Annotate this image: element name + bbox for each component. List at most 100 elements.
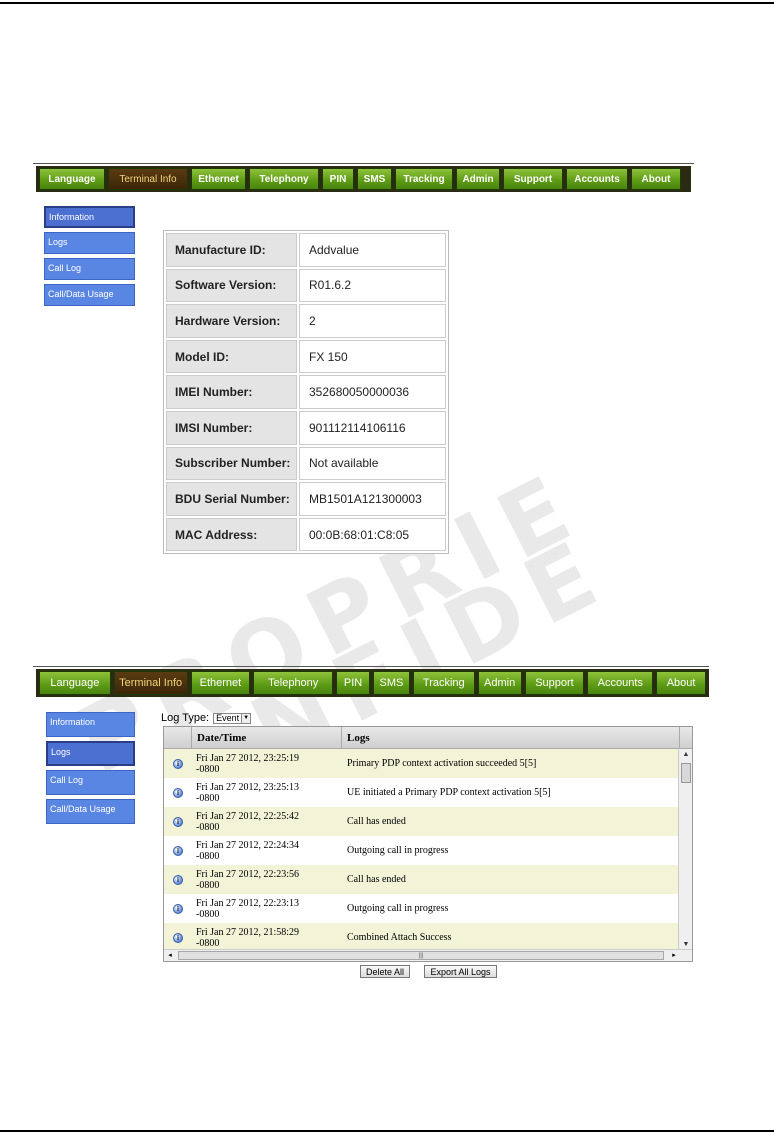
horizontal-scrollbar[interactable]: ◂ ||| ▸ — [164, 949, 692, 961]
scroll-right-icon[interactable]: ▸ — [668, 950, 680, 961]
sidebar-item-logs[interactable]: Logs — [46, 741, 135, 766]
tab-language[interactable]: Language — [39, 168, 105, 190]
table-row[interactable]: i Fri Jan 27 2012, 22:23:56 -0800 Call has … — [164, 865, 680, 894]
tab-accounts[interactable]: Accounts — [566, 168, 628, 190]
tab-telephony[interactable]: Telephony — [253, 671, 334, 695]
info-icon[interactable]: i — [173, 903, 183, 914]
info-row: Model ID: FX 150 — [165, 339, 447, 375]
scroll-up-icon[interactable]: ▲ — [679, 749, 692, 761]
tab-accounts[interactable]: Accounts — [587, 671, 654, 695]
tab-terminal-info[interactable]: Terminal Info — [113, 671, 188, 695]
scroll-left-icon[interactable]: ◂ — [164, 950, 176, 961]
log-type-value: Event — [216, 713, 240, 723]
cell-icon: i — [164, 778, 192, 807]
info-icon[interactable]: i — [173, 758, 183, 769]
cell-icon: i — [164, 923, 192, 951]
table-row[interactable]: i Fri Jan 27 2012, 22:25:42 -0800 Call has … — [164, 807, 680, 836]
log-timezone: -0800 — [196, 879, 220, 891]
cell-log: UE initiated a Primary PDP context activ… — [347, 787, 551, 798]
delete-all-button[interactable]: Delete All — [360, 965, 410, 978]
tab-sms[interactable]: SMS — [372, 671, 410, 695]
cell-log: Primary PDP context activation succeeded… — [347, 758, 537, 769]
sidebar-item-call-log[interactable]: Call Log — [44, 258, 135, 280]
cell-log: Combined Attach Success — [347, 932, 452, 943]
info-row: BDU Serial Number: MB1501A121300003 — [165, 481, 447, 517]
cell-log: Outgoing call in progress — [347, 903, 449, 914]
side-menu: Information Logs Call Log Call/Data Usage — [46, 712, 135, 824]
tab-terminal-info[interactable]: Terminal Info — [108, 168, 188, 190]
tab-telephony[interactable]: Telephony — [249, 168, 319, 190]
info-row: Software Version: R01.6.2 — [165, 268, 447, 304]
log-timezone: -0800 — [196, 821, 220, 833]
info-label: Model ID: — [166, 339, 297, 374]
sidebar-item-information[interactable]: Information — [44, 206, 135, 228]
cell-icon: i — [164, 894, 192, 923]
info-icon[interactable]: i — [173, 787, 183, 798]
tab-support[interactable]: Support — [524, 671, 585, 695]
info-icon[interactable]: i — [173, 874, 183, 885]
tab-pin[interactable]: PIN — [336, 671, 370, 695]
info-value: 00:0B:68:01:C8:05 — [299, 517, 446, 552]
cell-icon: i — [164, 865, 192, 894]
cell-log: Call has ended — [347, 874, 406, 885]
info-label: Manufacture ID: — [166, 233, 297, 267]
info-value: MB1501A121300003 — [299, 482, 446, 516]
cell-log: Call has ended — [347, 816, 406, 827]
info-row: IMEI Number: 352680050000036 — [165, 374, 447, 410]
info-value: Not available — [299, 446, 446, 481]
tab-pin[interactable]: PIN — [322, 168, 354, 190]
tab-ethernet[interactable]: Ethernet — [191, 168, 246, 190]
log-date: Fri Jan 27 2012, 23:25:13 — [196, 781, 300, 793]
tab-tracking[interactable]: Tracking — [412, 671, 475, 695]
chevron-down-icon: ▼ — [241, 713, 251, 723]
scroll-thumb[interactable]: ||| — [178, 951, 664, 960]
info-icon[interactable]: i — [173, 932, 183, 943]
info-row: Subscriber Number: Not available — [165, 446, 447, 482]
nav-top-line — [33, 163, 694, 164]
cell-datetime: Fri Jan 27 2012, 22:25:42 -0800 — [192, 807, 342, 836]
logs-body: i Fri Jan 27 2012, 23:25:19 -0800 Primary P… — [164, 749, 680, 951]
scroll-thumb[interactable] — [681, 763, 691, 783]
sidebar-item-call-log[interactable]: Call Log — [46, 770, 135, 795]
col-logs-header: Logs — [342, 727, 680, 748]
export-all-logs-button[interactable]: Export All Logs — [424, 965, 497, 978]
table-row[interactable]: i Fri Jan 27 2012, 22:23:13 -0800 Outgoing … — [164, 894, 680, 923]
tab-language[interactable]: Language — [39, 671, 111, 695]
log-date: Fri Jan 27 2012, 22:23:13 — [196, 897, 300, 909]
info-value: 352680050000036 — [299, 375, 446, 409]
log-type-select[interactable]: Event ▼ — [213, 712, 252, 724]
tab-admin[interactable]: Admin — [477, 671, 522, 695]
table-row[interactable]: i Fri Jan 27 2012, 23:25:13 -0800 UE initia… — [164, 778, 680, 807]
tab-ethernet[interactable]: Ethernet — [190, 671, 251, 695]
info-value: FX 150 — [299, 339, 446, 374]
sidebar-item-call-data-usage[interactable]: Call/Data Usage — [44, 284, 135, 306]
tab-support[interactable]: Support — [503, 168, 563, 190]
tab-about[interactable]: About — [656, 671, 706, 695]
tab-tracking[interactable]: Tracking — [395, 168, 453, 190]
logs-table: Date/Time Logs i Fri Jan 27 2012, 23:25:1… — [163, 726, 693, 962]
info-label: IMEI Number: — [166, 375, 297, 409]
sidebar-item-information[interactable]: Information — [46, 712, 135, 737]
info-icon[interactable]: i — [173, 845, 183, 856]
cell-datetime: Fri Jan 27 2012, 23:25:13 -0800 — [192, 778, 342, 807]
info-label: BDU Serial Number: — [166, 482, 297, 516]
sidebar-item-call-data-usage[interactable]: Call/Data Usage — [46, 799, 135, 824]
sidebar-item-logs[interactable]: Logs — [44, 232, 135, 254]
cell-datetime: Fri Jan 27 2012, 23:25:19 -0800 — [192, 749, 342, 778]
info-label: IMSI Number: — [166, 410, 297, 445]
info-icon[interactable]: i — [173, 816, 183, 827]
table-row[interactable]: i Fri Jan 27 2012, 23:25:19 -0800 Primary P… — [164, 749, 680, 778]
info-label: MAC Address: — [166, 517, 297, 552]
tab-admin[interactable]: Admin — [456, 168, 500, 190]
vertical-scrollbar[interactable]: ▲ ▼ — [678, 749, 692, 951]
table-row[interactable]: i Fri Jan 27 2012, 22:24:34 -0800 Outgoing … — [164, 836, 680, 865]
col-icon-header — [164, 727, 192, 748]
info-label: Software Version: — [166, 268, 297, 303]
log-timezone: -0800 — [196, 792, 220, 804]
tab-sms[interactable]: SMS — [357, 168, 392, 190]
cell-log: Outgoing call in progress — [347, 845, 449, 856]
tab-about[interactable]: About — [631, 168, 681, 190]
table-row[interactable]: i Fri Jan 27 2012, 21:58:29 -0800 Combined … — [164, 923, 680, 951]
log-date: Fri Jan 27 2012, 23:25:19 — [196, 752, 300, 764]
terminal-info-table: Manufacture ID: Addvalue Software Version:… — [163, 230, 449, 555]
